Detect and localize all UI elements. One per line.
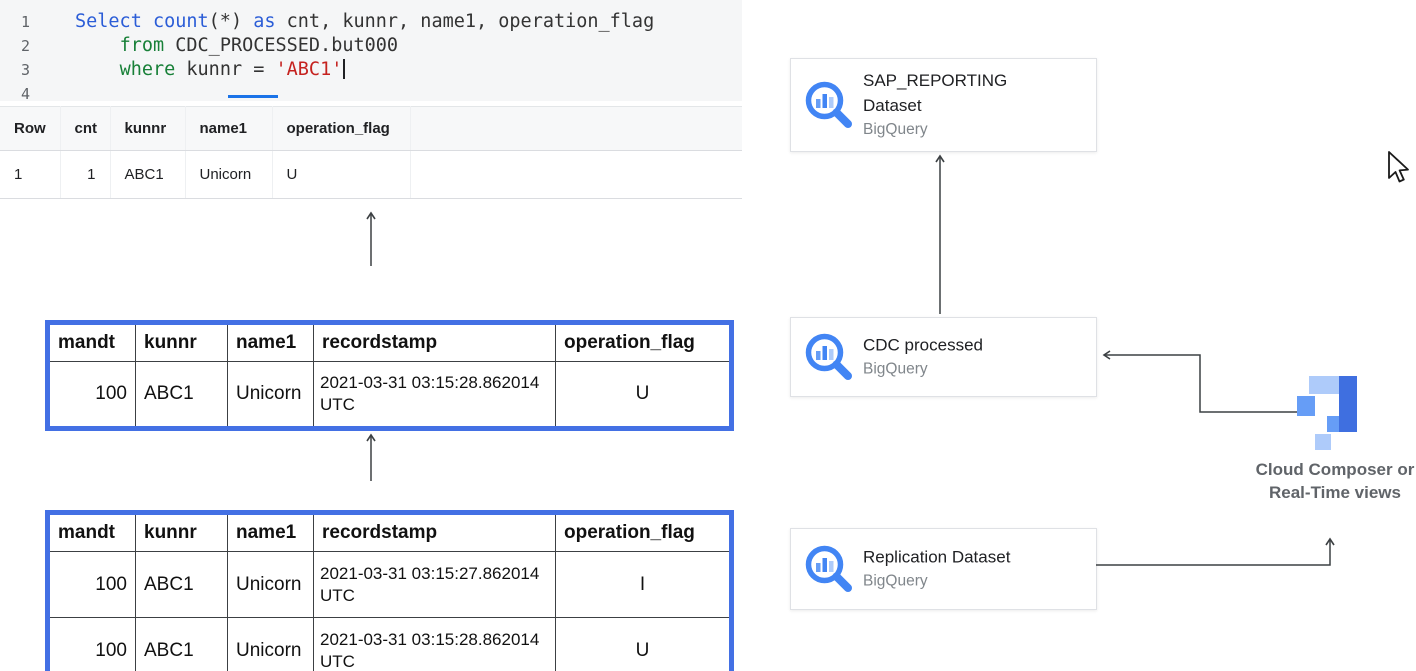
card-title: Replication Dataset (863, 545, 1010, 570)
sql-token: kunnr = (175, 59, 275, 80)
header-kunnr: kunnr (136, 323, 228, 362)
card-title-line2: Dataset (863, 93, 1007, 118)
page: 1 2 3 4 Select count(*) as cnt, kunnr, n… (0, 0, 1416, 671)
sql-token-select: Select (75, 11, 153, 32)
card-subtitle: BigQuery (863, 570, 1010, 594)
table-row: 100 ABC1 Unicorn 2021-03-31 03:15:27.862… (48, 552, 732, 618)
results-col-row: Row (0, 107, 60, 151)
header-recordstamp: recordstamp (314, 323, 556, 362)
sql-token-count: count (153, 11, 209, 32)
arrow-composer-to-cdc-card (1104, 355, 1297, 412)
sql-token: cnt, kunnr, name1, operation_flag (276, 11, 655, 32)
results-cell-row: 1 (0, 151, 60, 199)
results-cell-empty (410, 151, 742, 199)
sql-token-as: as (253, 11, 275, 32)
cell-name1: Unicorn (228, 618, 314, 671)
cell-recordstamp: 2021-03-31 03:15:28.862014 UTC (314, 618, 556, 671)
query-results-table: Row cnt kunnr name1 operation_flag 1 1 A… (0, 106, 742, 199)
composer-label-line2: Real-Time views (1240, 481, 1416, 504)
bigquery-icon (803, 331, 855, 383)
bigquery-icon (803, 543, 855, 595)
header-operation-flag: operation_flag (556, 323, 732, 362)
card-subtitle: BigQuery (863, 118, 1007, 142)
card-cdc-processed: CDC processed BigQuery (790, 317, 1097, 397)
header-mandt: mandt (48, 323, 136, 362)
cell-operation-flag: U (556, 618, 732, 671)
sql-token-from: from (120, 35, 165, 56)
results-col-name1: name1 (185, 107, 272, 151)
sql-token: CDC_PROCESSED.but000 (164, 35, 398, 56)
card-title: CDC processed (863, 333, 983, 358)
cell-recordstamp: 2021-03-31 03:15:27.862014 UTC (314, 552, 556, 618)
cell-kunnr: ABC1 (136, 618, 228, 671)
results-col-cnt: cnt (60, 107, 110, 151)
results-cell-kunnr: ABC1 (110, 151, 185, 199)
cell-name1: Unicorn (228, 362, 314, 429)
sql-code: Select count(*) as cnt, kunnr, name1, op… (75, 10, 654, 82)
cdc-processed-table: mandt kunnr name1 recordstamp operation_… (45, 320, 734, 431)
sql-token-string: 'ABC1' (276, 59, 343, 80)
line-number: 2 (0, 34, 30, 58)
results-cell-operation-flag: U (272, 151, 410, 199)
results-col-kunnr: kunnr (110, 107, 185, 151)
header-operation-flag: operation_flag (556, 513, 732, 552)
cell-recordstamp: 2021-03-31 03:15:28.862014 UTC (314, 362, 556, 429)
table-row: 100 ABC1 Unicorn 2021-03-31 03:15:28.862… (48, 362, 732, 429)
results-header-row: Row cnt kunnr name1 operation_flag (0, 107, 742, 151)
sql-line-2: from CDC_PROCESSED.but000 (75, 34, 654, 58)
header-kunnr: kunnr (136, 513, 228, 552)
sql-token: (*) (209, 11, 254, 32)
cell-mandt: 100 (48, 552, 136, 618)
cloud-composer-icon (1297, 374, 1367, 459)
sql-line-1: Select count(*) as cnt, kunnr, name1, op… (75, 10, 654, 34)
cell-kunnr: ABC1 (136, 362, 228, 429)
results-cell-cnt: 1 (60, 151, 110, 199)
results-row: 1 1 ABC1 Unicorn U (0, 151, 742, 199)
composer-label: Cloud Composer or Real-Time views (1240, 458, 1416, 504)
header-name1: name1 (228, 323, 314, 362)
cell-mandt: 100 (48, 362, 136, 429)
sql-line-3: where kunnr = 'ABC1' (75, 58, 654, 82)
sql-indent (75, 35, 120, 56)
card-subtitle: BigQuery (863, 358, 983, 382)
active-tab-indicator (228, 95, 278, 98)
cell-operation-flag: I (556, 552, 732, 618)
composer-label-line1: Cloud Composer or (1240, 458, 1416, 481)
line-number: 1 (0, 10, 30, 34)
header-recordstamp: recordstamp (314, 513, 556, 552)
results-cell-name1: Unicorn (185, 151, 272, 199)
cell-name1: Unicorn (228, 552, 314, 618)
card-sap-reporting-dataset: SAP_REPORTING Dataset BigQuery (790, 58, 1097, 152)
results-col-empty (410, 107, 742, 151)
replication-table: mandt kunnr name1 recordstamp operation_… (45, 510, 734, 671)
card-title: SAP_REPORTING (863, 68, 1007, 93)
table-row: 100 ABC1 Unicorn 2021-03-31 03:15:28.862… (48, 618, 732, 671)
line-number: 3 (0, 58, 30, 82)
results-col-operation-flag: operation_flag (272, 107, 410, 151)
sql-token-where: where (120, 59, 176, 80)
cell-kunnr: ABC1 (136, 552, 228, 618)
mouse-cursor (1386, 150, 1412, 186)
text-cursor (343, 59, 345, 79)
arrow-replication-card-to-composer (1096, 539, 1330, 565)
sql-indent (75, 59, 120, 80)
line-number-gutter: 1 2 3 4 (0, 10, 30, 106)
table-header-row: mandt kunnr name1 recordstamp operation_… (48, 323, 732, 362)
cell-mandt: 100 (48, 618, 136, 671)
card-replication-dataset: Replication Dataset BigQuery (790, 528, 1097, 610)
bigquery-icon (803, 79, 855, 131)
line-number: 4 (0, 82, 30, 106)
table-header-row: mandt kunnr name1 recordstamp operation_… (48, 513, 732, 552)
header-mandt: mandt (48, 513, 136, 552)
header-name1: name1 (228, 513, 314, 552)
cell-operation-flag: U (556, 362, 732, 429)
sql-editor[interactable]: 1 2 3 4 Select count(*) as cnt, kunnr, n… (0, 0, 742, 101)
